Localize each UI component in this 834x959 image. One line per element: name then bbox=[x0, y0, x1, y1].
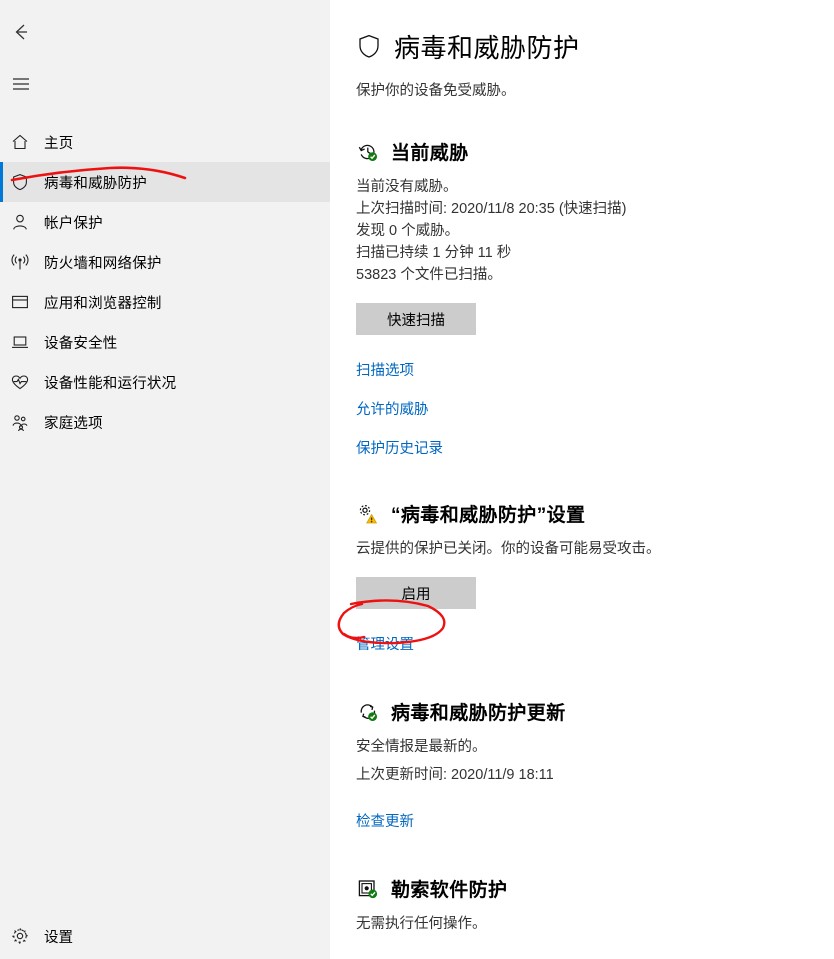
sidebar-item-label: 家庭选项 bbox=[44, 415, 103, 432]
laptop-icon bbox=[10, 332, 44, 352]
ransomware-status-line: 无需执行任何操作。 bbox=[356, 916, 487, 932]
gear-warning-icon bbox=[356, 502, 380, 526]
sidebar-item-app-browser-control[interactable]: 应用和浏览器控制 bbox=[0, 282, 330, 322]
sidebar-item-label: 病毒和威胁防护 bbox=[44, 175, 147, 192]
page-subtitle: 保护你的设备免受威胁。 bbox=[356, 83, 516, 99]
section-body: 无需执行任何操作。 bbox=[356, 913, 806, 935]
gear-icon bbox=[10, 926, 44, 946]
section-header: “病毒和威胁防护”设置 bbox=[356, 500, 806, 527]
history-clock-check-icon bbox=[356, 140, 380, 164]
sidebar-item-device-security[interactable]: 设备安全性 bbox=[0, 322, 330, 362]
main-content: 病毒和威胁防护 保护你的设备免受威胁。 当前威胁 当前没有威胁。 上次扫描时间:… bbox=[330, 0, 834, 959]
broadcast-icon bbox=[10, 252, 44, 272]
section-title: “病毒和威胁防护”设置 bbox=[391, 505, 586, 526]
section-body: 云提供的保护已关闭。你的设备可能易受攻击。 bbox=[356, 538, 806, 560]
section-title: 病毒和威胁防护更新 bbox=[391, 703, 566, 724]
intelligence-status-line: 安全情报是最新的。 bbox=[356, 739, 487, 755]
section-protection-settings: “病毒和威胁防护”设置 云提供的保护已关闭。你的设备可能易受攻击。 启用 管理设… bbox=[356, 500, 806, 654]
sidebar-item-virus-threat-protection[interactable]: 病毒和威胁防护 bbox=[0, 162, 330, 202]
sidebar-item-settings[interactable]: 设置 bbox=[0, 913, 330, 959]
sidebar-item-label: 主页 bbox=[44, 135, 74, 152]
section-ransomware-protection: 勒索软件防护 无需执行任何操作。 管理勒索软件保护 bbox=[356, 875, 806, 959]
back-arrow-icon[interactable] bbox=[0, 12, 48, 52]
section-header: 当前威胁 bbox=[356, 138, 806, 165]
turn-on-button[interactable]: 启用 bbox=[356, 577, 476, 609]
sync-check-icon bbox=[356, 700, 380, 724]
sidebar-item-label: 帐户保护 bbox=[44, 215, 103, 232]
shield-icon bbox=[356, 32, 382, 62]
sidebar-item-label: 设置 bbox=[44, 929, 73, 946]
shield-icon bbox=[10, 172, 44, 192]
folder-shield-check-icon bbox=[356, 877, 380, 901]
sidebar-item-label: 防火墙和网络保护 bbox=[44, 255, 162, 272]
sidebar-item-device-performance-health[interactable]: 设备性能和运行状况 bbox=[0, 362, 330, 402]
home-icon bbox=[10, 132, 44, 152]
sidebar-navigation: 主页 病毒和威胁防护 帐户保护 防火墙和网络保护 应用和浏览器控制 设备安全性 … bbox=[0, 0, 330, 959]
sidebar-item-list: 主页 病毒和威胁防护 帐户保护 防火墙和网络保护 应用和浏览器控制 设备安全性 … bbox=[0, 122, 330, 442]
sidebar-item-family-options[interactable]: 家庭选项 bbox=[0, 402, 330, 442]
protection-history-link[interactable]: 保护历史记录 bbox=[356, 437, 443, 458]
sidebar-item-account-protection[interactable]: 帐户保护 bbox=[0, 202, 330, 242]
page-header: 病毒和威胁防护 bbox=[356, 28, 806, 65]
person-icon bbox=[10, 212, 44, 232]
scan-duration-line: 扫描已持续 1 分钟 11 秒 bbox=[356, 245, 512, 261]
section-header: 病毒和威胁防护更新 bbox=[356, 698, 806, 725]
sidebar-item-home[interactable]: 主页 bbox=[0, 122, 330, 162]
sidebar-item-label: 设备性能和运行状况 bbox=[44, 375, 177, 392]
status-line: 当前没有威胁。 bbox=[356, 179, 458, 195]
section-header: 勒索软件防护 bbox=[356, 875, 806, 902]
check-for-updates-link[interactable]: 检查更新 bbox=[356, 810, 414, 831]
manage-settings-link[interactable]: 管理设置 bbox=[356, 633, 414, 654]
current-threats-links: 扫描选项 允许的威胁 保护历史记录 bbox=[356, 359, 806, 458]
quick-scan-button[interactable]: 快速扫描 bbox=[356, 303, 476, 335]
last-update-line: 上次更新时间: 2020/11/9 18:11 bbox=[356, 767, 554, 783]
threats-found-line: 发现 0 个威胁。 bbox=[356, 223, 460, 239]
cloud-protection-status-line: 云提供的保护已关闭。你的设备可能易受攻击。 bbox=[356, 541, 661, 557]
sidebar-item-label: 设备安全性 bbox=[44, 335, 118, 352]
browser-icon bbox=[10, 292, 44, 312]
allowed-threats-link[interactable]: 允许的威胁 bbox=[356, 398, 429, 419]
section-title: 勒索软件防护 bbox=[391, 880, 508, 901]
section-protection-updates: 病毒和威胁防护更新 安全情报是最新的。 上次更新时间: 2020/11/9 18… bbox=[356, 698, 806, 831]
windows-security-window: 主页 病毒和威胁防护 帐户保护 防火墙和网络保护 应用和浏览器控制 设备安全性 … bbox=[0, 0, 834, 959]
sidebar-top-controls bbox=[0, 0, 330, 104]
family-icon bbox=[10, 412, 44, 432]
section-body: 当前没有威胁。 上次扫描时间: 2020/11/8 20:35 (快速扫描) 发… bbox=[356, 176, 806, 286]
protection-settings-links: 管理设置 bbox=[356, 633, 806, 654]
heart-pulse-icon bbox=[10, 372, 44, 392]
protection-updates-links: 检查更新 bbox=[356, 810, 806, 831]
section-current-threats: 当前威胁 当前没有威胁。 上次扫描时间: 2020/11/8 20:35 (快速… bbox=[356, 138, 806, 458]
sidebar-item-label: 应用和浏览器控制 bbox=[44, 295, 162, 312]
page-title: 病毒和威胁防护 bbox=[394, 33, 580, 63]
last-scan-line: 上次扫描时间: 2020/11/8 20:35 (快速扫描) bbox=[356, 201, 627, 217]
hamburger-menu-icon[interactable] bbox=[0, 64, 48, 104]
section-title: 当前威胁 bbox=[391, 143, 469, 164]
files-scanned-line: 53823 个文件已扫描。 bbox=[356, 267, 502, 283]
section-body: 安全情报是最新的。 上次更新时间: 2020/11/9 18:11 bbox=[356, 736, 806, 786]
scan-options-link[interactable]: 扫描选项 bbox=[356, 359, 414, 380]
sidebar-item-firewall-network-protection[interactable]: 防火墙和网络保护 bbox=[0, 242, 330, 282]
